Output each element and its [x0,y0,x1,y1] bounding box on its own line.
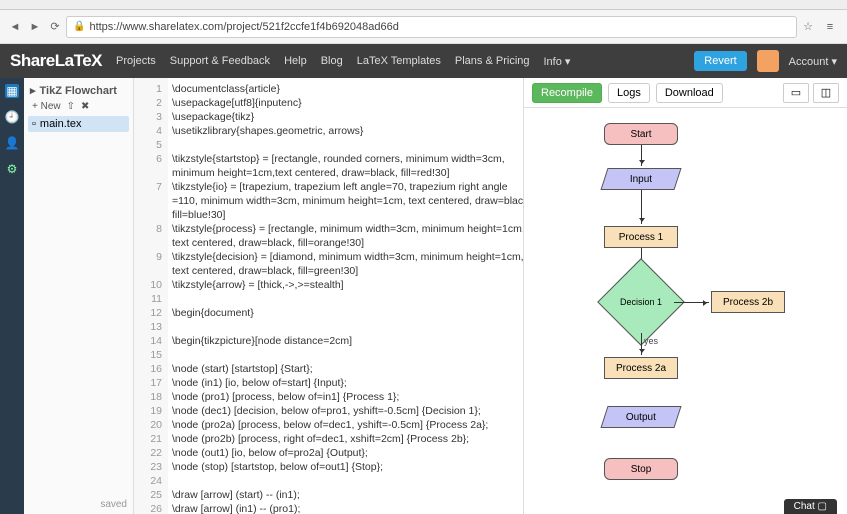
single-pane-icon[interactable]: ▭ [783,83,809,103]
menu-icon[interactable]: ≡ [819,16,841,38]
forward-button[interactable]: ► [26,18,44,36]
address-bar[interactable]: 🔒 https://www.sharelatex.com/project/521… [66,16,797,38]
chevron-down-icon: ▸ [30,84,36,97]
file-label: main.tex [40,118,82,130]
delete-icon[interactable]: ✖ [81,101,89,112]
line-gutter: 1234567891011121314151617181920212223242… [134,78,168,514]
files-icon[interactable]: ▦ [5,84,19,98]
node-stop: Stop [604,458,678,480]
split-pane-icon[interactable]: ◫ [813,83,839,103]
logo[interactable]: ShareLaTeX [10,51,102,71]
node-process1: Process 1 [604,226,678,248]
settings-icon[interactable]: ⚙ [5,162,19,176]
share-icon[interactable]: 👤 [5,136,19,150]
view-toggle: ▭ ◫ [783,83,839,103]
nav-plans[interactable]: Plans & Pricing [455,55,530,68]
star-icon[interactable]: ☆ [799,18,817,36]
browser-toolbar: ◄ ► ⟳ 🔒 https://www.sharelatex.com/proje… [0,10,847,44]
file-icon: ▫ [32,118,36,130]
avatar[interactable] [757,50,779,72]
nav-support[interactable]: Support & Feedback [170,55,270,68]
pdf-canvas[interactable]: Start Input Process 1 Decision 1 Process… [524,108,847,514]
arrow [641,333,642,355]
nav-templates[interactable]: LaTeX Templates [357,55,441,68]
nav-blog[interactable]: Blog [321,55,343,68]
file-actions: + New ⇧ ✖ [28,99,129,114]
nav-help[interactable]: Help [284,55,307,68]
preview-pane: Recompile Logs Download ▭ ◫ Start Input … [524,78,847,514]
edge-yes: yes [644,336,658,346]
download-button[interactable]: Download [656,83,723,103]
revert-button[interactable]: Revert [694,51,746,71]
icon-rail: ▦ 🕘 👤 ⚙ [0,78,24,514]
project-label: TikZ Flowchart [40,85,117,97]
url-text: https://www.sharelatex.com/project/521f2… [89,21,398,33]
node-start: Start [604,123,678,145]
back-button[interactable]: ◄ [6,18,24,36]
node-input: Input [600,168,681,190]
arrow [674,302,709,303]
nav-info[interactable]: Info ▾ [544,55,571,68]
chat-button[interactable]: Chat ▢ [784,499,837,514]
upload-icon[interactable]: ⇧ [67,101,75,112]
saved-status: saved [100,499,127,510]
preview-toolbar: Recompile Logs Download ▭ ◫ [524,78,847,108]
history-icon[interactable]: 🕘 [5,110,19,124]
lock-icon: 🔒 [73,21,85,32]
arrow [641,145,642,166]
code-content[interactable]: \documentclass{article}\usepackage[utf8]… [168,78,523,514]
account-menu[interactable]: Account ▾ [789,55,837,68]
logs-button[interactable]: Logs [608,83,650,103]
main-area: ▦ 🕘 👤 ⚙ ▸ TikZ Flowchart + New ⇧ ✖ ▫ mai… [0,78,847,514]
file-tree: ▸ TikZ Flowchart + New ⇧ ✖ ▫ main.tex sa… [24,78,134,514]
top-nav: Projects Support & Feedback Help Blog La… [116,55,570,68]
node-output: Output [600,406,681,428]
recompile-button[interactable]: Recompile [532,83,602,103]
file-main-tex[interactable]: ▫ main.tex [28,116,129,132]
browser-tab-bar [0,0,847,10]
arrow [641,190,642,224]
node-process2b: Process 2b [711,291,785,313]
nav-projects[interactable]: Projects [116,55,156,68]
node-process2a: Process 2a [604,357,678,379]
code-editor[interactable]: 1234567891011121314151617181920212223242… [134,78,524,514]
project-name[interactable]: ▸ TikZ Flowchart [28,82,129,99]
reload-button[interactable]: ⟳ [46,18,64,36]
new-button[interactable]: + New [32,101,61,112]
app-topbar: ShareLaTeX Projects Support & Feedback H… [0,44,847,78]
